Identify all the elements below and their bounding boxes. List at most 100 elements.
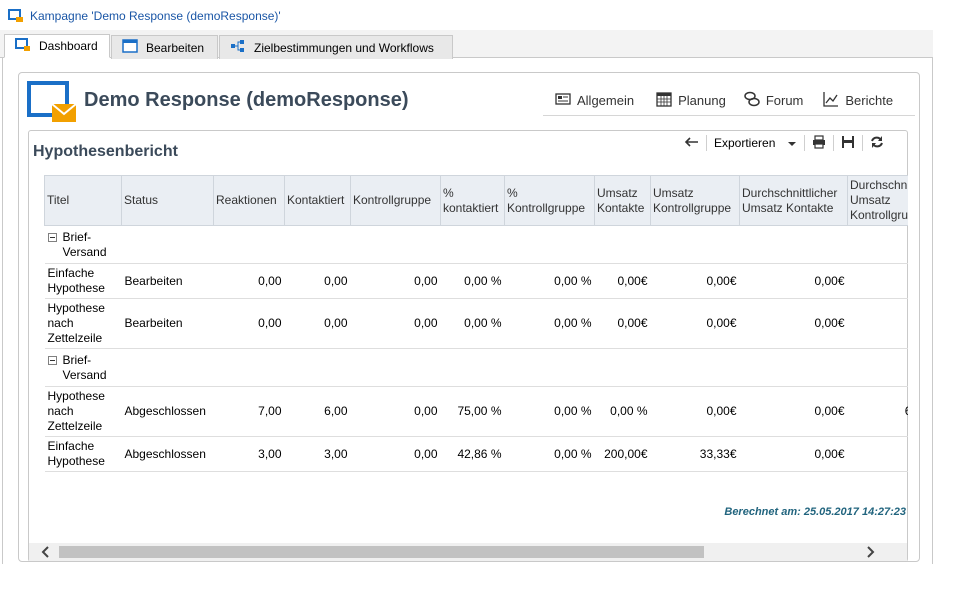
nav-forum[interactable]: Forum: [744, 91, 804, 110]
cell-reaktionen: 0,00: [213, 298, 285, 349]
cell-kontrollgruppe: 0,00: [350, 386, 441, 437]
column-header[interactable]: Umsatz Kontrollgruppe: [650, 175, 740, 226]
cell-kontaktiert: 6,00: [284, 386, 351, 437]
dashboard-nav: Allgemein Planung Forum Berichte: [543, 86, 915, 116]
nav-label: Berichte: [845, 93, 894, 108]
refresh-button[interactable]: [863, 133, 891, 153]
column-header[interactable]: Umsatz Kontakte: [594, 175, 651, 226]
save-icon: [841, 135, 855, 152]
tab-label: Zielbestimmungen und Workflows: [254, 40, 434, 55]
scroll-left-icon[interactable]: [35, 543, 55, 561]
cell-pct-kontrollgruppe: 0,00 %: [504, 436, 595, 472]
save-button[interactable]: [834, 133, 862, 153]
column-header[interactable]: % kontaktiert: [440, 175, 505, 226]
nav-label: Planung: [678, 93, 726, 108]
cell-status: Abgeschlossen: [121, 436, 214, 472]
cell-avg-umsatz-kontakte: 0,00€: [739, 436, 848, 472]
nav-berichte[interactable]: Berichte: [823, 91, 893, 110]
cell-status: Bearbeiten: [121, 263, 214, 299]
column-header[interactable]: Durchschnittlicher Umsatz Kontakte: [739, 175, 848, 226]
cell-umsatz-kontrollgruppe: 33,33€: [650, 436, 740, 472]
collapse-icon[interactable]: [47, 355, 57, 365]
back-button[interactable]: [676, 133, 706, 153]
tab-bearbeiten[interactable]: Bearbeiten: [111, 35, 218, 59]
group-row: Brief-Versand: [44, 348, 908, 387]
cell-title: Einfache Hypothese: [44, 436, 122, 472]
cell-reaktionen: 0,00: [213, 263, 285, 299]
cell-kontrollgruppe: 0,00: [350, 263, 441, 299]
tab-workflows[interactable]: Zielbestimmungen und Workflows: [219, 35, 453, 59]
nav-allgemein[interactable]: Allgemein: [555, 92, 634, 109]
window-title: Kampagne 'Demo Response (demoResponse)': [30, 9, 281, 23]
forum-icon: [744, 91, 760, 110]
table-row[interactable]: Hypothese nach Zettelzeile Bearbeiten 0,…: [44, 298, 908, 349]
cell-pct-kontaktiert: 75,00 %: [440, 386, 505, 437]
cell-title: Hypothese nach Zettelzeile: [44, 298, 122, 349]
campaign-logo-icon: [27, 80, 77, 126]
tab-bar: Dashboard Bearbeiten Zielbestimmungen un…: [0, 30, 933, 59]
refresh-icon: [870, 135, 884, 152]
column-header[interactable]: Titel: [44, 175, 122, 226]
print-button[interactable]: [805, 133, 833, 153]
export-label: Exportieren: [714, 136, 776, 150]
cell-reaktionen: 7,00: [213, 386, 285, 437]
cell-kontaktiert: 0,00: [284, 298, 351, 349]
group-row: Brief-Versand: [44, 225, 908, 264]
column-header[interactable]: Status: [121, 175, 214, 226]
cell-pct-kontrollgruppe: 0,00 %: [504, 263, 595, 299]
table-row[interactable]: Einfache Hypothese Bearbeiten 0,00 0,00 …: [44, 263, 908, 299]
scroll-right-icon[interactable]: [861, 543, 881, 561]
tab-dashboard[interactable]: Dashboard: [4, 34, 110, 58]
collapse-icon[interactable]: [47, 232, 57, 242]
cell-avg-umsatz-kontakte: 0,00€: [739, 263, 848, 299]
cell-umsatz-kontakte: 0,00 %: [594, 386, 651, 437]
cell-reaktionen: 3,00: [213, 436, 285, 472]
report-title: Hypothesenbericht: [33, 143, 178, 160]
tab-label: Dashboard: [39, 39, 98, 53]
scrollbar-thumb[interactable]: [59, 546, 704, 558]
cell-pct-kontaktiert: 42,86 %: [440, 436, 505, 472]
cell-umsatz-kontakte: 0,00€: [594, 298, 651, 349]
cell-pct-kontrollgruppe: 0,00 %: [504, 386, 595, 437]
chart-icon: [823, 91, 839, 110]
cell-avg-umsatz-kontrollgruppe: [847, 263, 908, 299]
chevron-down-icon: [787, 136, 797, 150]
column-header[interactable]: % Kontrollgruppe: [504, 175, 595, 226]
column-header[interactable]: Kontaktiert: [284, 175, 351, 226]
group-label: Brief-Versand: [62, 229, 107, 259]
computed-timestamp: Berechnet am: 25.05.2017 14:27:23: [724, 506, 906, 518]
nav-label: Forum: [765, 93, 804, 108]
export-dropdown[interactable]: Exportieren: [707, 133, 804, 153]
campaign-icon: [8, 8, 24, 24]
group-label: Brief-Versand: [62, 352, 107, 382]
cell-kontaktiert: 0,00: [284, 263, 351, 299]
column-header[interactable]: Kontrollgruppe: [350, 175, 441, 226]
column-header[interactable]: Reaktionen: [213, 175, 285, 226]
cell-umsatz-kontakte: 200,00€: [594, 436, 651, 472]
cell-kontrollgruppe: 0,00: [350, 436, 441, 472]
horizontal-scrollbar[interactable]: [29, 543, 907, 561]
cell-umsatz-kontrollgruppe: 0,00€: [650, 386, 740, 437]
nav-label: Allgemein: [577, 93, 635, 108]
cell-title: Hypothese nach Zettelzeile: [44, 386, 122, 437]
cell-avg-umsatz-kontakte: 0,00€: [739, 298, 848, 349]
report-toolbar: Exportieren: [676, 133, 891, 153]
table-header-row: Titel Status Reaktionen Kontaktiert Kont…: [44, 175, 908, 226]
workflow-icon: [230, 39, 246, 56]
column-header[interactable]: Durchschnittlicher Umsatz Kontrollgruppe: [847, 175, 908, 226]
back-arrow-icon: [683, 136, 699, 151]
table-row[interactable]: Einfache Hypothese Abgeschlossen 3,00 3,…: [44, 436, 908, 472]
dashboard-icon: [15, 37, 31, 55]
cell-avg-umsatz-kontrollgruppe: [847, 298, 908, 349]
cell-kontaktiert: 3,00: [284, 436, 351, 472]
cell-avg-umsatz-kontrollgruppe: 66,67€: [847, 386, 908, 437]
calendar-icon: [656, 91, 672, 110]
cell-avg-umsatz-kontrollgruppe: [847, 436, 908, 472]
table-row[interactable]: Hypothese nach Zettelzeile Abgeschlossen…: [44, 386, 908, 437]
cell-umsatz-kontrollgruppe: 0,00€: [650, 263, 740, 299]
cell-status: Bearbeiten: [121, 298, 214, 349]
window-title-bar: Kampagne 'Demo Response (demoResponse)': [8, 6, 281, 26]
nav-planung[interactable]: Planung: [656, 91, 726, 110]
cell-avg-umsatz-kontakte: 0,00€: [739, 386, 848, 437]
cell-title: Einfache Hypothese: [44, 263, 122, 299]
